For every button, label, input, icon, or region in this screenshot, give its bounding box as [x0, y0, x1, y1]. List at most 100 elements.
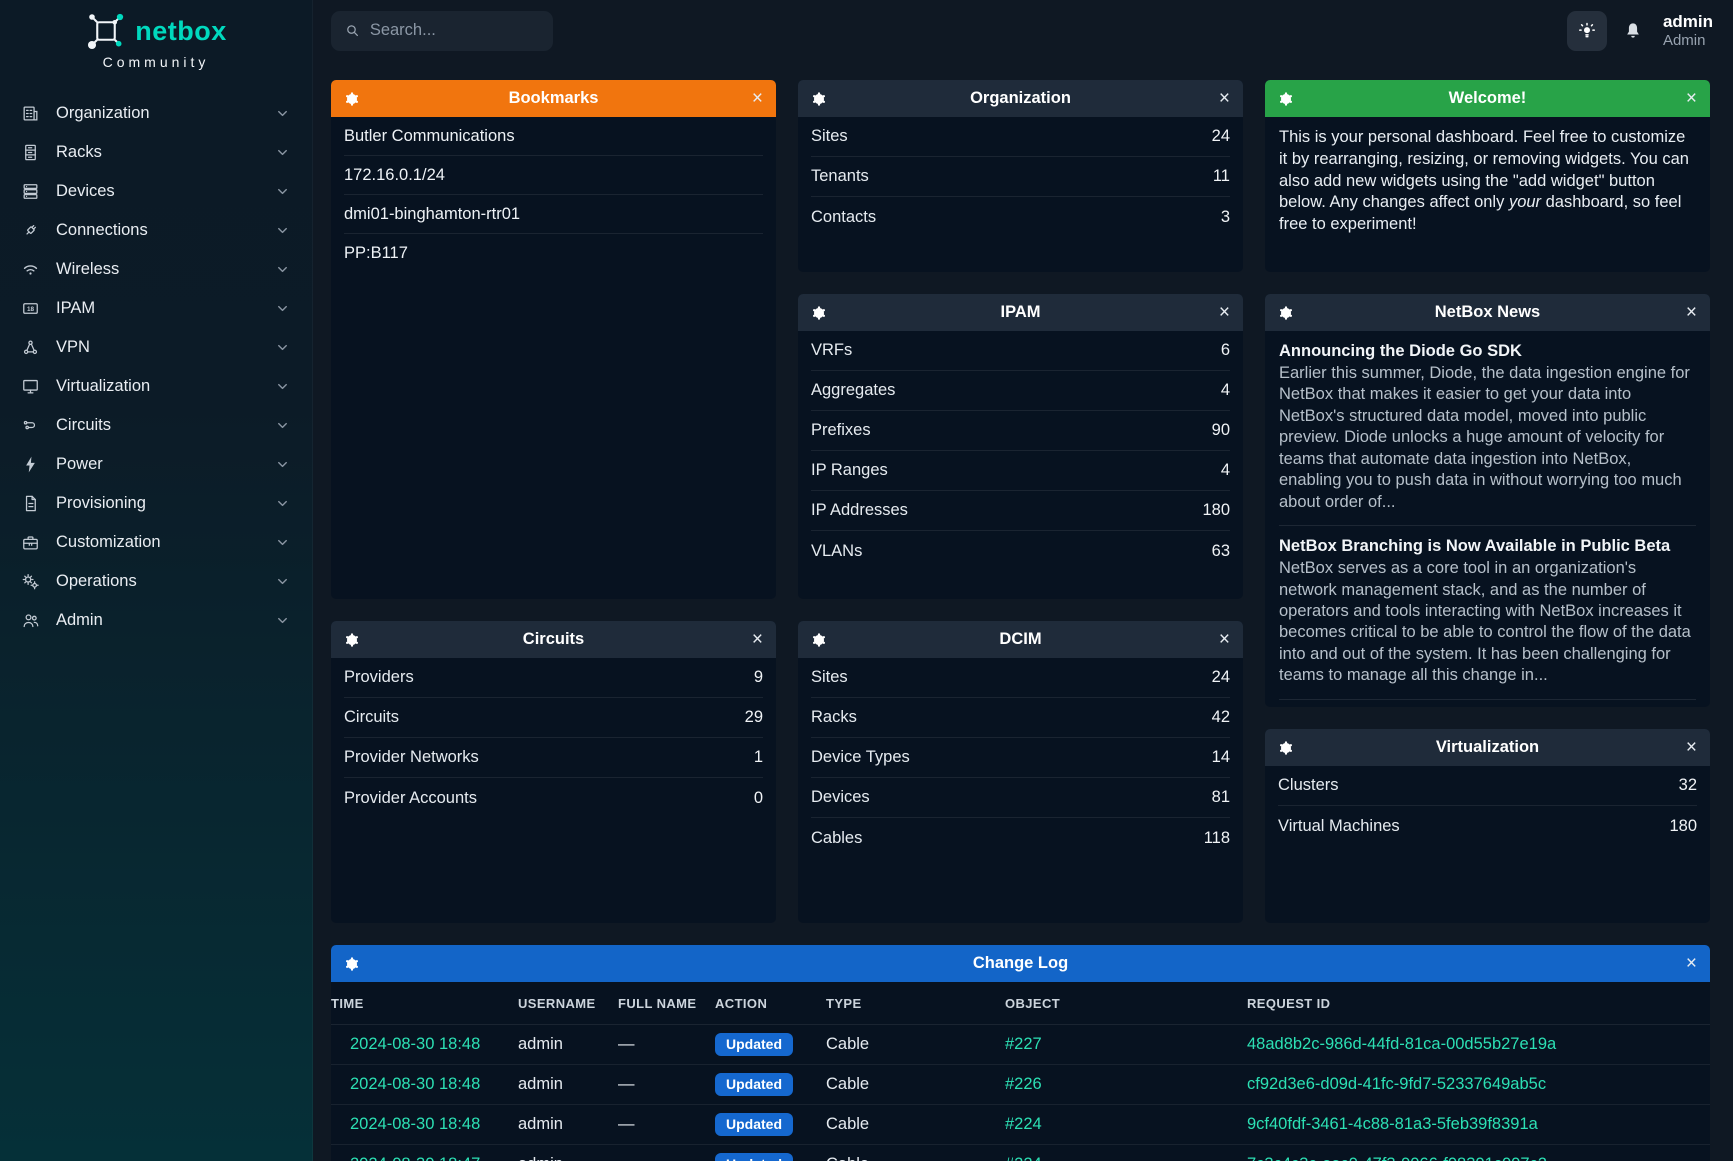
gear-icon[interactable] — [344, 632, 360, 648]
changelog-row: 2024-08-30 18:48 admin — Updated Cable #… — [331, 1105, 1710, 1145]
stat-value[interactable]: 24 — [1212, 668, 1230, 687]
close-icon[interactable]: × — [1686, 303, 1697, 322]
stat-label: Cables — [811, 829, 862, 848]
virtualization-stats: Clusters 32 Virtual Machines 180 — [1265, 766, 1710, 846]
notifications-button[interactable] — [1623, 21, 1643, 41]
sidebar-item[interactable]: Virtualization — [0, 367, 312, 406]
chevron-down-icon — [275, 106, 290, 121]
theme-toggle-button[interactable] — [1567, 11, 1607, 51]
stat-value[interactable]: 63 — [1212, 542, 1230, 561]
stat-value[interactable]: 11 — [1213, 167, 1230, 186]
gear-icon[interactable] — [811, 305, 827, 321]
stat-value[interactable]: 14 — [1212, 748, 1230, 767]
news-article: NetBox Branching is Now Available in Pub… — [1279, 526, 1696, 700]
news-article-title[interactable]: Announcing the Diode Go SDK — [1279, 342, 1696, 361]
chevron-down-icon — [275, 535, 290, 550]
action-badge: Updated — [715, 1153, 793, 1161]
netbox-logo[interactable]: netbox Community — [0, 0, 312, 70]
sidebar-item[interactable]: Connections — [0, 211, 312, 250]
changelog-request-id-link[interactable]: 7c3c4c3c-aac9-47f3-9066-f08301c007c2 — [1247, 1155, 1547, 1161]
changelog-object-link[interactable]: #224 — [1005, 1115, 1042, 1133]
netbox-logo-icon — [85, 10, 127, 52]
sidebar-item[interactable]: Provisioning — [0, 484, 312, 523]
changelog-time-link[interactable]: 2024-08-30 18:47 — [350, 1155, 480, 1161]
gear-icon[interactable] — [344, 956, 360, 972]
sidebar-item[interactable]: Organization — [0, 94, 312, 133]
bookmark-item[interactable]: 172.16.0.1/24 — [344, 156, 763, 195]
stat-value[interactable]: 4 — [1221, 381, 1230, 400]
changelog-object-link[interactable]: #226 — [1005, 1075, 1042, 1093]
sidebar-item-label: Power — [56, 455, 103, 474]
close-icon[interactable]: × — [1686, 738, 1697, 757]
widget-title: Bookmarks — [331, 89, 776, 108]
changelog-time-link[interactable]: 2024-08-30 18:48 — [350, 1115, 480, 1133]
stat-value[interactable]: 3 — [1221, 208, 1230, 227]
sidebar-item-icon — [21, 104, 40, 123]
sidebar-item[interactable]: IPAM — [0, 289, 312, 328]
stat-label: Provider Accounts — [344, 789, 477, 808]
close-icon[interactable]: × — [1219, 89, 1230, 108]
sidebar-item[interactable]: Circuits — [0, 406, 312, 445]
changelog-request-id-link[interactable]: 48ad8b2c-986d-44fd-81ca-00d55b27e19a — [1247, 1035, 1556, 1053]
search-input[interactable] — [370, 21, 539, 40]
sidebar-item[interactable]: Power — [0, 445, 312, 484]
sidebar-item-icon — [21, 416, 40, 435]
changelog-request-id-link[interactable]: cf92d3e6-d09d-41fc-9fd7-52337649ab5c — [1247, 1075, 1546, 1093]
chevron-down-icon — [275, 262, 290, 277]
stat-value[interactable]: 9 — [754, 668, 763, 687]
sidebar-item[interactable]: Customization — [0, 523, 312, 562]
close-icon[interactable]: × — [752, 630, 763, 649]
stat-value[interactable]: 180 — [1669, 817, 1697, 836]
changelog-time-link[interactable]: 2024-08-30 18:48 — [350, 1035, 480, 1053]
action-badge: Updated — [715, 1033, 793, 1056]
sidebar-item[interactable]: Wireless — [0, 250, 312, 289]
changelog-username: admin — [518, 1145, 618, 1161]
sidebar-item[interactable]: Admin — [0, 601, 312, 640]
stat-value[interactable]: 180 — [1202, 501, 1230, 520]
bookmark-item[interactable]: Butler Communications — [344, 117, 763, 156]
close-icon[interactable]: × — [1686, 954, 1697, 973]
news-article-title[interactable]: NetBox Branching is Now Available in Pub… — [1279, 537, 1696, 556]
sidebar-item[interactable]: VPN — [0, 328, 312, 367]
close-icon[interactable]: × — [1219, 303, 1230, 322]
changelog-username: admin — [518, 1105, 618, 1145]
gear-icon[interactable] — [811, 632, 827, 648]
sidebar-nav: Organization Racks Devices Co — [0, 94, 312, 640]
stat-value[interactable]: 6 — [1221, 341, 1230, 360]
changelog-object-link[interactable]: #224 — [1005, 1155, 1042, 1161]
stat-value[interactable]: 0 — [754, 789, 763, 808]
stat-value[interactable]: 118 — [1204, 829, 1230, 848]
dcim-stats: Sites 24 Racks 42 Device Types — [798, 658, 1243, 858]
gear-icon[interactable] — [344, 91, 360, 107]
close-icon[interactable]: × — [752, 89, 763, 108]
bookmark-item[interactable]: dmi01-binghamton-rtr01 — [344, 195, 763, 234]
stat-value[interactable]: 32 — [1679, 776, 1697, 795]
sidebar-item[interactable]: Devices — [0, 172, 312, 211]
changelog-object-link[interactable]: #227 — [1005, 1035, 1042, 1053]
stat-value[interactable]: 90 — [1212, 421, 1230, 440]
changelog-column-header: Username — [518, 982, 618, 1025]
changelog-header-row: Time Username Full Name Action Type Obje… — [331, 982, 1710, 1025]
gear-icon[interactable] — [1278, 740, 1294, 756]
changelog-row: 2024-08-30 18:48 admin — Updated Cable #… — [331, 1065, 1710, 1105]
gear-icon[interactable] — [1278, 91, 1294, 107]
changelog-time-link[interactable]: 2024-08-30 18:48 — [350, 1075, 480, 1093]
close-icon[interactable]: × — [1219, 630, 1230, 649]
user-menu[interactable]: admin Admin — [1659, 12, 1713, 49]
stat-value[interactable]: 81 — [1212, 788, 1230, 807]
changelog-column-header: Object — [1005, 982, 1247, 1025]
welcome-widget: Welcome! × This is your personal dashboa… — [1265, 80, 1710, 272]
stat-value[interactable]: 29 — [745, 708, 763, 727]
sidebar-item[interactable]: Operations — [0, 562, 312, 601]
bookmark-item[interactable]: PP:B117 — [344, 234, 763, 273]
stat-value[interactable]: 4 — [1221, 461, 1230, 480]
close-icon[interactable]: × — [1686, 89, 1697, 108]
sidebar-item[interactable]: Racks — [0, 133, 312, 172]
stat-value[interactable]: 24 — [1212, 127, 1230, 146]
stat-value[interactable]: 42 — [1212, 708, 1230, 727]
gear-icon[interactable] — [811, 91, 827, 107]
organization-widget: Organization × Sites 24 — [798, 80, 1243, 272]
changelog-request-id-link[interactable]: 9cf40fdf-3461-4c88-81a3-5feb39f8391a — [1247, 1115, 1538, 1133]
gear-icon[interactable] — [1278, 305, 1294, 321]
stat-value[interactable]: 1 — [754, 748, 763, 767]
